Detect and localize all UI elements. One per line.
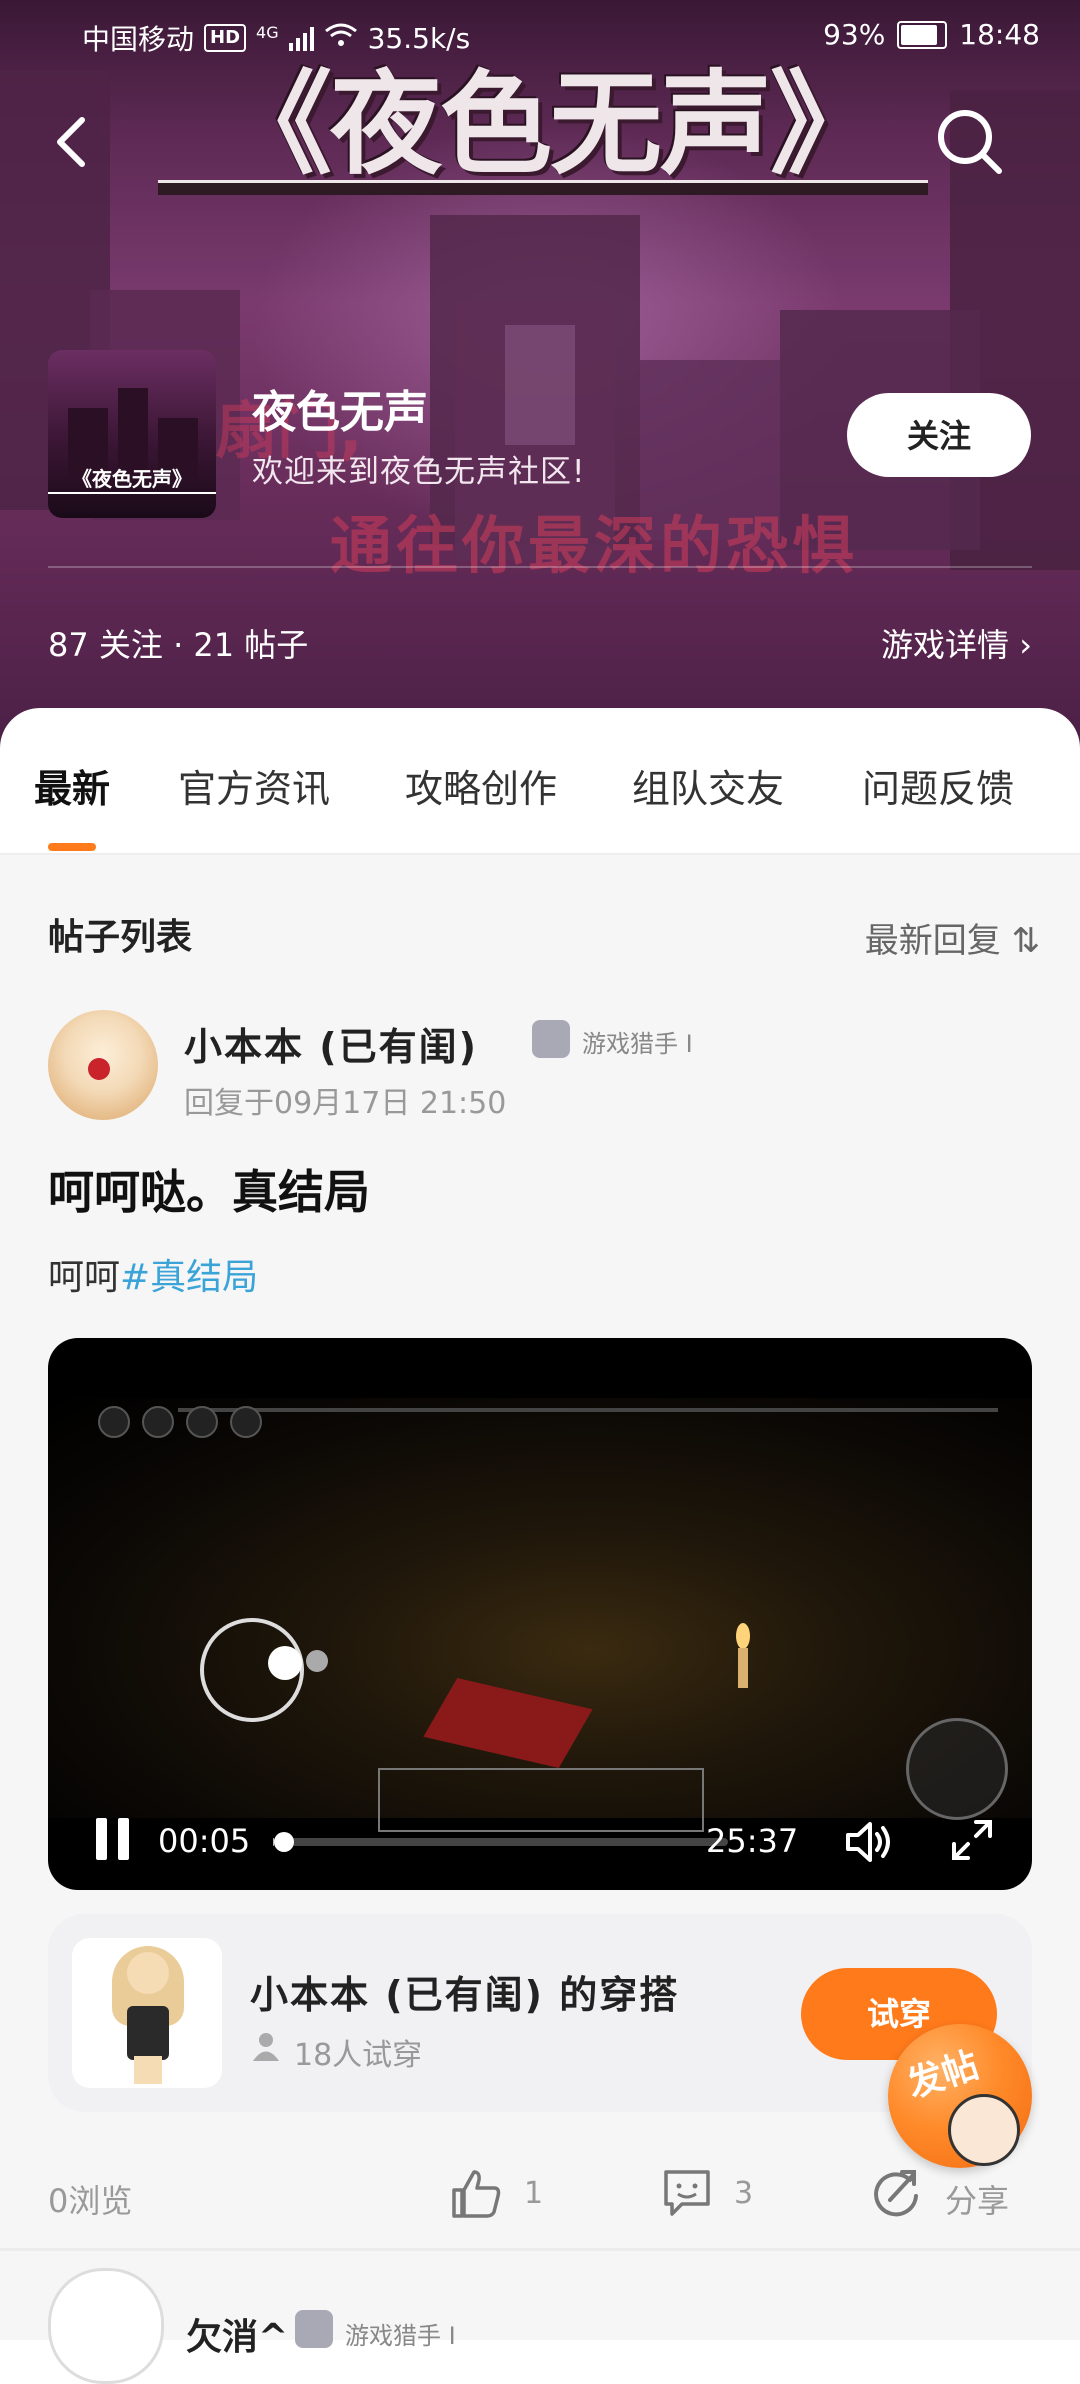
video-progress-bar[interactable]: [273, 1838, 728, 1846]
view-count: 0浏览: [48, 2182, 133, 2220]
tab-official-news[interactable]: 官方资讯: [178, 758, 330, 813]
tab-feedback[interactable]: 问题反馈: [862, 758, 1014, 813]
community-welcome: 欢迎来到夜色无声社区!: [252, 454, 586, 490]
outfit-title: 小本本 (已有闺) 的穿搭: [250, 1973, 680, 2017]
wifi-icon: [324, 22, 358, 55]
share-label[interactable]: 分享: [945, 2176, 1009, 2222]
tab-bar: 最新 官方资讯 攻略创作 组队交友 问题反馈: [0, 708, 1080, 855]
thumb-up-icon[interactable]: [450, 2166, 504, 2220]
avatar[interactable]: [48, 2268, 164, 2384]
author-name[interactable]: 欠消^: [186, 2308, 288, 2360]
rank-label: 游戏猎手 I: [345, 2322, 456, 2350]
game-hud-icons: [98, 1406, 262, 1438]
create-post-fab[interactable]: 发帖: [888, 2024, 1032, 2168]
fullscreen-icon[interactable]: [950, 1818, 994, 1862]
comment-count: 3: [734, 2176, 754, 2211]
rank-badge-icon: [532, 1020, 570, 1058]
share-icon[interactable]: [870, 2166, 924, 2220]
tab-latest[interactable]: 最新: [34, 758, 110, 813]
current-time: 00:05: [158, 1822, 251, 1860]
sort-dropdown[interactable]: 最新回复 ⇅: [865, 913, 1040, 962]
post-actions: 0浏览 1 3 分享: [0, 2158, 1080, 2238]
post-body-text: 呵呵: [48, 1257, 121, 1298]
progress-thumb[interactable]: [274, 1832, 294, 1852]
feed-panel: 最新 官方资讯 攻略创作 组队交友 问题反馈 帖子列表 最新回复 ⇅ 小本本 (…: [0, 708, 1080, 2384]
scene-outline: [378, 1768, 704, 1832]
follow-button[interactable]: 关注: [847, 393, 1031, 477]
candle: [738, 1648, 748, 1688]
back-arrow-icon[interactable]: [48, 112, 98, 172]
user-icon: [252, 2032, 280, 2062]
rank-label: 游戏猎手 I: [582, 1030, 693, 1058]
total-duration: 25:37: [706, 1822, 799, 1860]
hd-badge: HD: [204, 24, 247, 52]
outfit-card[interactable]: 小本本 (已有闺) 的穿搭 18人试穿 试穿: [48, 1914, 1032, 2112]
tab-team-up[interactable]: 组队交友: [632, 758, 784, 813]
post-title[interactable]: 呵呵哒。真结局: [48, 1156, 370, 1222]
rank-badge-icon: [295, 2310, 333, 2348]
run-action-icon: [906, 1718, 1008, 1820]
author-name[interactable]: 小本本 (已有闺): [184, 1016, 478, 1071]
active-tab-indicator: [48, 843, 96, 851]
like-count: 1: [524, 2176, 544, 2211]
background-watermark: 通往你最深的恐惧: [330, 509, 859, 582]
thumbnail-label: 《夜色无声》: [48, 463, 216, 494]
clock: 18:48: [959, 18, 1040, 51]
outfit-try-count: 18人试穿: [294, 2038, 423, 2073]
game-logo-title: 《夜色无声》: [220, 59, 882, 190]
joystick-dot: [306, 1650, 328, 1672]
signal-icon: [288, 25, 314, 51]
post-separator: [0, 2248, 1080, 2251]
video-player[interactable]: 00:05 25:37: [48, 1338, 1032, 1890]
joystick-knob: [268, 1646, 302, 1680]
outfit-thumbnail: [72, 1938, 222, 2088]
game-hud-bar: [178, 1408, 998, 1412]
reply-timestamp: 回复于09月17日 21:50: [184, 1086, 507, 1121]
avatar[interactable]: [48, 1010, 158, 1120]
network-label: 4G: [256, 22, 279, 42]
volume-icon[interactable]: [844, 1818, 896, 1866]
battery-icon: [897, 20, 948, 49]
post-body[interactable]: 呵呵#真结局: [48, 1248, 258, 1300]
logo-underline: [158, 180, 928, 195]
game-name: 夜色无声: [252, 387, 428, 438]
game-header: 中国移动 HD 4G 35.5k/s 93% 18:48 《夜色无声》 扇门, …: [0, 0, 1080, 760]
comment-icon[interactable]: [660, 2166, 714, 2220]
candle-flame: [736, 1623, 750, 1649]
mascot-icon: [948, 2094, 1020, 2166]
network-speed: 35.5k/s: [367, 21, 471, 55]
post-list-title: 帖子列表: [48, 917, 193, 958]
tab-guides[interactable]: 攻略创作: [405, 758, 557, 813]
background-door: [505, 325, 575, 445]
game-details-link[interactable]: 游戏详情 ›: [881, 620, 1032, 666]
header-divider: [48, 566, 1032, 568]
game-thumbnail[interactable]: 《夜色无声》: [48, 350, 216, 518]
battery-percent: 93%: [823, 18, 886, 51]
carrier-label: 中国移动: [82, 23, 195, 56]
search-icon[interactable]: [935, 107, 1005, 177]
community-stats: 87 关注 · 21 帖子: [48, 626, 309, 664]
hashtag-link[interactable]: #真结局: [120, 1257, 258, 1298]
pause-icon[interactable]: [96, 1818, 130, 1860]
